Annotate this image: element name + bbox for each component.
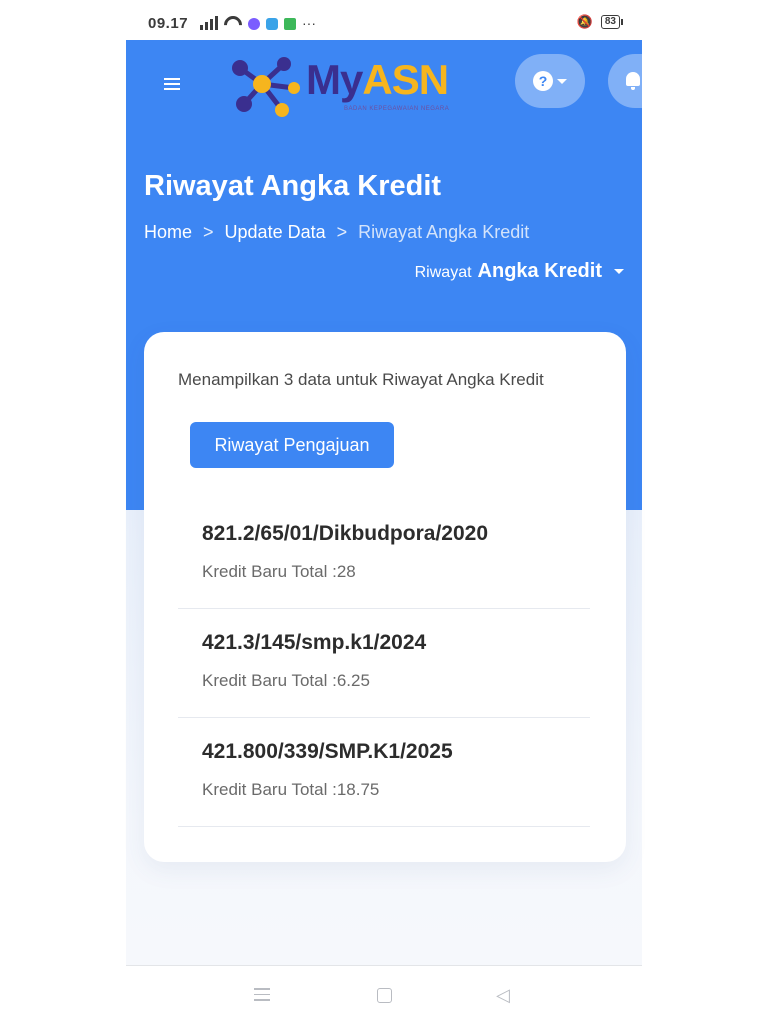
list-item[interactable]: 421.800/339/SMP.K1/2025 Kredit Baru Tota… — [178, 718, 590, 827]
myasn-logo[interactable]: MyASN BADAN KEPEGAWAIAN NEGARA — [224, 48, 474, 126]
status-icons: ··· — [200, 14, 316, 30]
logo-subtitle: BADAN KEPEGAWAIAN NEGARA — [344, 106, 450, 112]
breadcrumb-separator: > — [336, 222, 348, 242]
riwayat-pengajuan-button[interactable]: Riwayat Pengajuan — [190, 422, 394, 468]
signal-icon — [200, 16, 218, 30]
record-number: 421.3/145/smp.k1/2024 — [202, 631, 427, 654]
wifi-icon — [224, 16, 242, 30]
molecule-icon — [232, 57, 300, 117]
breadcrumb-separator: > — [203, 222, 214, 242]
download-icon — [284, 18, 296, 30]
help-button[interactable]: ? — [515, 54, 585, 108]
help-icon: ? — [533, 71, 553, 91]
record-number: 421.800/339/SMP.K1/2025 — [202, 740, 453, 763]
breadcrumb-home[interactable]: Home — [144, 222, 192, 243]
breadcrumb-current: Riwayat Angka Kredit — [358, 222, 530, 242]
home-icon[interactable] — [377, 988, 392, 1003]
bell-icon — [626, 72, 640, 90]
record-credit: Kredit Baru Total :28 — [202, 562, 356, 581]
records-list: 821.2/65/01/Dikbudpora/2020 Kredit Baru … — [178, 500, 590, 827]
breadcrumb-update-data[interactable]: Update Data — [225, 222, 326, 243]
record-number: 821.2/65/01/Dikbudpora/2020 — [202, 522, 488, 545]
logo-wordmark: MyASN — [306, 56, 449, 103]
dropdown-label-normal: Riwayat — [414, 264, 472, 281]
system-nav-bar: ◁ — [126, 965, 642, 1024]
section-dropdown[interactable]: Riwayat Angka Kredit — [415, 260, 624, 283]
status-right: 🔕 83 — [576, 14, 624, 30]
record-credit: Kredit Baru Total :6.25 — [202, 671, 370, 690]
back-icon[interactable]: ◁ — [496, 986, 510, 1004]
breadcrumb: Home > Update Data > Riwayat Angka Kredi… — [144, 222, 529, 243]
app-notification-icon — [266, 18, 278, 30]
records-summary: Menampilkan 3 data untuk Riwayat Angka K… — [178, 370, 544, 389]
list-item[interactable]: 421.3/145/smp.k1/2024 Kredit Baru Total … — [178, 609, 590, 718]
chevron-down-icon — [557, 78, 567, 84]
list-item[interactable]: 821.2/65/01/Dikbudpora/2020 Kredit Baru … — [178, 500, 590, 609]
battery-icon: 83 — [600, 15, 624, 29]
notification-button[interactable] — [608, 54, 642, 108]
menu-icon[interactable] — [164, 78, 180, 90]
caret-down-icon — [614, 269, 624, 274]
vibrate-icon: 🔕 — [576, 14, 593, 29]
page-title: Riwayat Angka Kredit — [144, 170, 442, 202]
messenger-icon — [248, 18, 260, 30]
status-time: 09.17 — [148, 15, 189, 32]
dropdown-label-bold: Angka Kredit — [477, 260, 602, 282]
record-credit: Kredit Baru Total :18.75 — [202, 780, 380, 799]
more-notifications-icon: ··· — [302, 15, 316, 31]
records-card: Menampilkan 3 data untuk Riwayat Angka K… — [144, 332, 626, 862]
status-bar: 09.17 ··· 🔕 83 — [126, 0, 642, 40]
recent-apps-icon[interactable] — [254, 988, 270, 1001]
